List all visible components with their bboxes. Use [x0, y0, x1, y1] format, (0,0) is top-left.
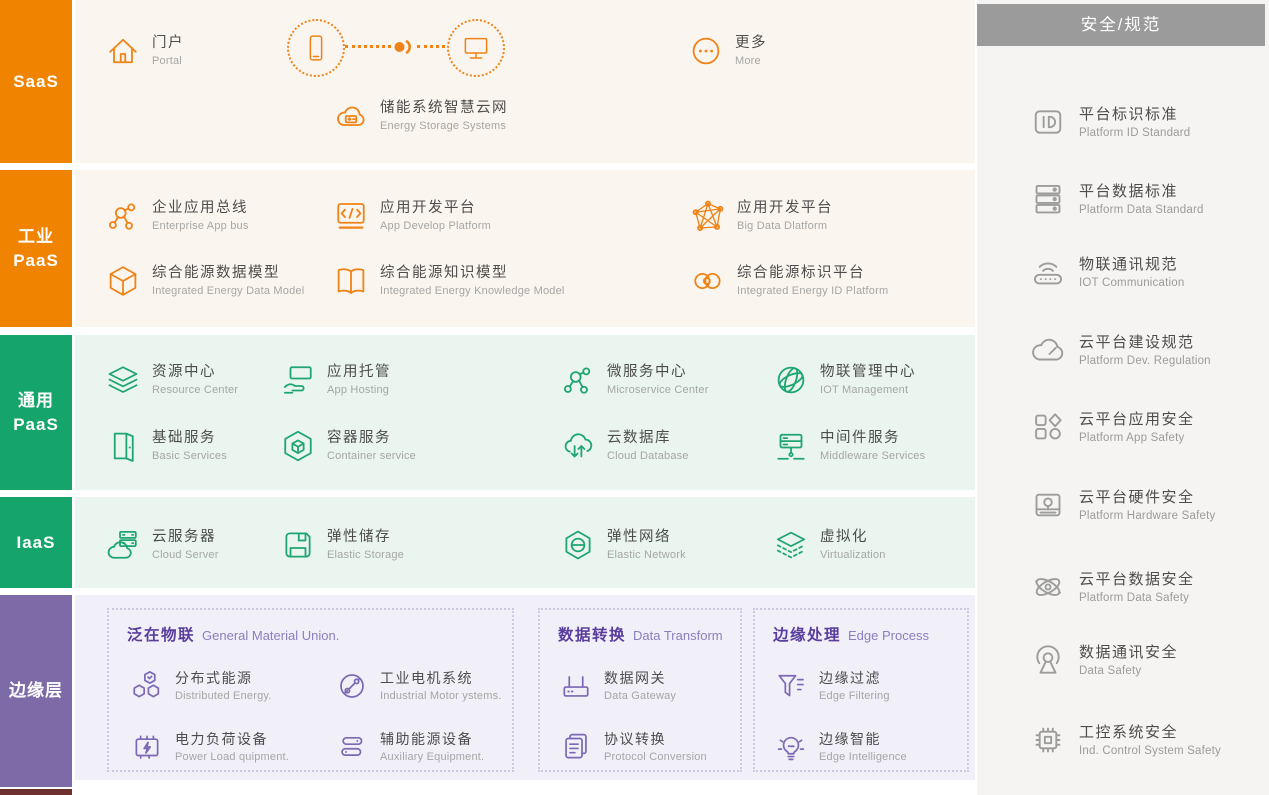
item-iot-management[interactable]: 物联管理中心IOT Management: [773, 362, 916, 398]
atom-icon: [1029, 568, 1067, 606]
item-platform-dev-regulation[interactable]: 云平台建设规范Platform Dev. Regulation: [1029, 328, 1211, 372]
edge-group-edge-process: 边缘处理Edge Process 边缘过滤Edge Filtering 边缘智能…: [753, 608, 969, 772]
item-microservice-center[interactable]: 微服务中心Microservice Center: [560, 362, 709, 398]
item-platform-data-standard[interactable]: 平台数据标准Platform Data Standard: [1029, 177, 1204, 221]
item-edge-filtering[interactable]: 边缘过滤Edge Filtering: [774, 669, 890, 703]
item-portal[interactable]: 门户Portal: [105, 33, 184, 69]
general-paas-band: 资源中心Resource Center 应用托管App Hosting 微服务中…: [75, 335, 975, 490]
item-middleware-services[interactable]: 中间件服务Middleware Services: [773, 428, 925, 464]
hexagon-cluster-icon: [130, 669, 164, 703]
battery-bolt-icon: [130, 730, 164, 764]
item-industrial-motor[interactable]: 工业电机系统Industrial Motor ystems.: [335, 669, 502, 703]
item-platform-id-standard[interactable]: 平台标识标准Platform ID Standard: [1029, 100, 1190, 144]
home-icon: [105, 33, 141, 69]
molecule-icon: [105, 198, 141, 234]
phone-node[interactable]: [287, 19, 345, 77]
item-data-safety[interactable]: 数据通讯安全Data Safety: [1029, 638, 1178, 682]
wifi-router-icon: [1029, 253, 1067, 291]
server-stack-icon: [1029, 180, 1067, 218]
item-elastic-network[interactable]: 弹性网络Elastic Network: [560, 527, 686, 563]
item-auxiliary-equipment[interactable]: 辅助能源设备Auxiliary Equipment.: [335, 730, 484, 764]
item-app-hosting[interactable]: 应用托管App Hosting: [280, 362, 391, 398]
item-more[interactable]: 更多More: [688, 33, 767, 69]
layers-icon: [105, 362, 141, 398]
bottom-strip: [0, 789, 72, 795]
item-cloud-database[interactable]: 云数据库Cloud Database: [560, 428, 689, 464]
item-basic-services[interactable]: 基础服务Basic Services: [105, 428, 227, 464]
globe-net-icon: [773, 362, 809, 398]
item-data-gateway[interactable]: 数据网关Data Gateway: [559, 669, 676, 703]
edge-band: 泛在物联General Material Union. 分布式能源Distrib…: [75, 595, 975, 780]
item-app-develop-platform[interactable]: 应用开发平台App Develop Platform: [333, 198, 491, 234]
saas-band: 门户Portal 更多More 储能系统智慧云网Energy Storage S…: [75, 0, 975, 163]
hex-cube-icon: [280, 428, 316, 464]
documents-icon: [559, 730, 593, 764]
link-dots-right: [417, 45, 445, 48]
item-iot-communication[interactable]: 物联通讯规范IOT Communication: [1029, 250, 1184, 294]
link-arrow-icon: [393, 39, 415, 55]
item-power-load[interactable]: 电力负荷设备Power Load quipment.: [130, 730, 289, 764]
item-platform-data-safety[interactable]: 云平台数据安全Platform Data Safety: [1029, 565, 1195, 609]
monitor-icon: [461, 33, 491, 63]
item-container-service[interactable]: 容器服务Container service: [280, 428, 416, 464]
more-ellipsis-icon: [688, 33, 724, 69]
cloud-icon: [1029, 331, 1067, 369]
cloud-battery-icon: [333, 98, 369, 134]
item-elastic-storage[interactable]: 弹性储存Elastic Storage: [280, 527, 404, 563]
smartphone-icon: [301, 33, 331, 63]
cloud-server-icon: [105, 527, 141, 563]
gateway-router-icon: [559, 669, 593, 703]
item-virtualization[interactable]: 虚拟化Virtualization: [773, 527, 886, 563]
item-enterprise-app-bus[interactable]: 企业应用总线Enterprise App bus: [105, 198, 249, 234]
rail-saas[interactable]: SaaS: [0, 0, 72, 163]
item-resource-center[interactable]: 资源中心Resource Center: [105, 362, 238, 398]
link-dots-left: [345, 45, 391, 48]
capsules-icon: [335, 730, 369, 764]
item-ind-control-system-safety[interactable]: 工控系统安全Ind. Control System Safety: [1029, 718, 1221, 762]
funnel-icon: [774, 669, 808, 703]
cloud-arrows-icon: [560, 428, 596, 464]
industrial-paas-band: 企业应用总线Enterprise App bus 应用开发平台App Devel…: [75, 170, 975, 327]
hard-drive-icon: [1029, 486, 1067, 524]
lightbulb-icon: [774, 730, 808, 764]
item-energy-storage[interactable]: 储能系统智慧云网Energy Storage Systems: [333, 98, 508, 134]
id-badge-icon: [1029, 103, 1067, 141]
item-energy-knowledge-model[interactable]: 综合能源知识模型Integrated Energy Knowledge Mode…: [333, 263, 565, 299]
rail-edge[interactable]: 边缘层: [0, 595, 72, 787]
network-graph-icon: [690, 198, 726, 234]
iaas-band: 云服务器Cloud Server 弹性储存Elastic Storage 弹性网…: [75, 497, 975, 588]
rail-general-paas[interactable]: 通用 PaaS: [0, 335, 72, 490]
code-window-icon: [333, 198, 369, 234]
item-platform-app-safety[interactable]: 云平台应用安全Platform App Safety: [1029, 405, 1195, 449]
item-energy-data-model[interactable]: 综合能源数据模型Integrated Energy Data Model: [105, 263, 304, 299]
monitor-node[interactable]: [447, 19, 505, 77]
rail-iaas[interactable]: IaaS: [0, 497, 72, 588]
hex-network-icon: [560, 527, 596, 563]
motor-icon: [335, 669, 369, 703]
app-grid-icon: [1029, 408, 1067, 446]
stacked-virtual-icon: [773, 527, 809, 563]
item-protocol-conversion[interactable]: 协议转换Protocol Conversion: [559, 730, 707, 764]
hand-tray-icon: [280, 362, 316, 398]
rail-industrial-paas[interactable]: 工业 PaaS: [0, 170, 72, 327]
server-stand-icon: [773, 428, 809, 464]
floppy-disk-icon: [280, 527, 316, 563]
item-platform-hardware-safety[interactable]: 云平台硬件安全Platform Hardware Safety: [1029, 483, 1215, 527]
edge-group-material-union: 泛在物联General Material Union. 分布式能源Distrib…: [107, 608, 514, 772]
chip-icon: [1029, 721, 1067, 759]
molecule-icon: [560, 362, 596, 398]
item-big-data-platform[interactable]: 应用开发平台Big Data Dlatform: [690, 198, 833, 234]
linked-rings-icon: [690, 263, 726, 299]
cube-icon: [105, 263, 141, 299]
security-panel-title: 安全/规范: [977, 4, 1265, 46]
edge-group-data-transform: 数据转换Data Transform 数据网关Data Gateway 协议转换…: [538, 608, 742, 772]
item-edge-intelligence[interactable]: 边缘智能Edge Intelligence: [774, 730, 907, 764]
item-cloud-server[interactable]: 云服务器Cloud Server: [105, 527, 219, 563]
item-energy-id-platform[interactable]: 综合能源标识平台Integrated Energy ID Platform: [690, 263, 888, 299]
broadcast-icon: [1029, 641, 1067, 679]
open-door-icon: [105, 428, 141, 464]
security-panel: 安全/规范 平台标识标准Platform ID Standard 平台数据标准P…: [977, 0, 1269, 795]
item-distributed-energy[interactable]: 分布式能源Distributed Energy.: [130, 669, 272, 703]
open-book-icon: [333, 263, 369, 299]
